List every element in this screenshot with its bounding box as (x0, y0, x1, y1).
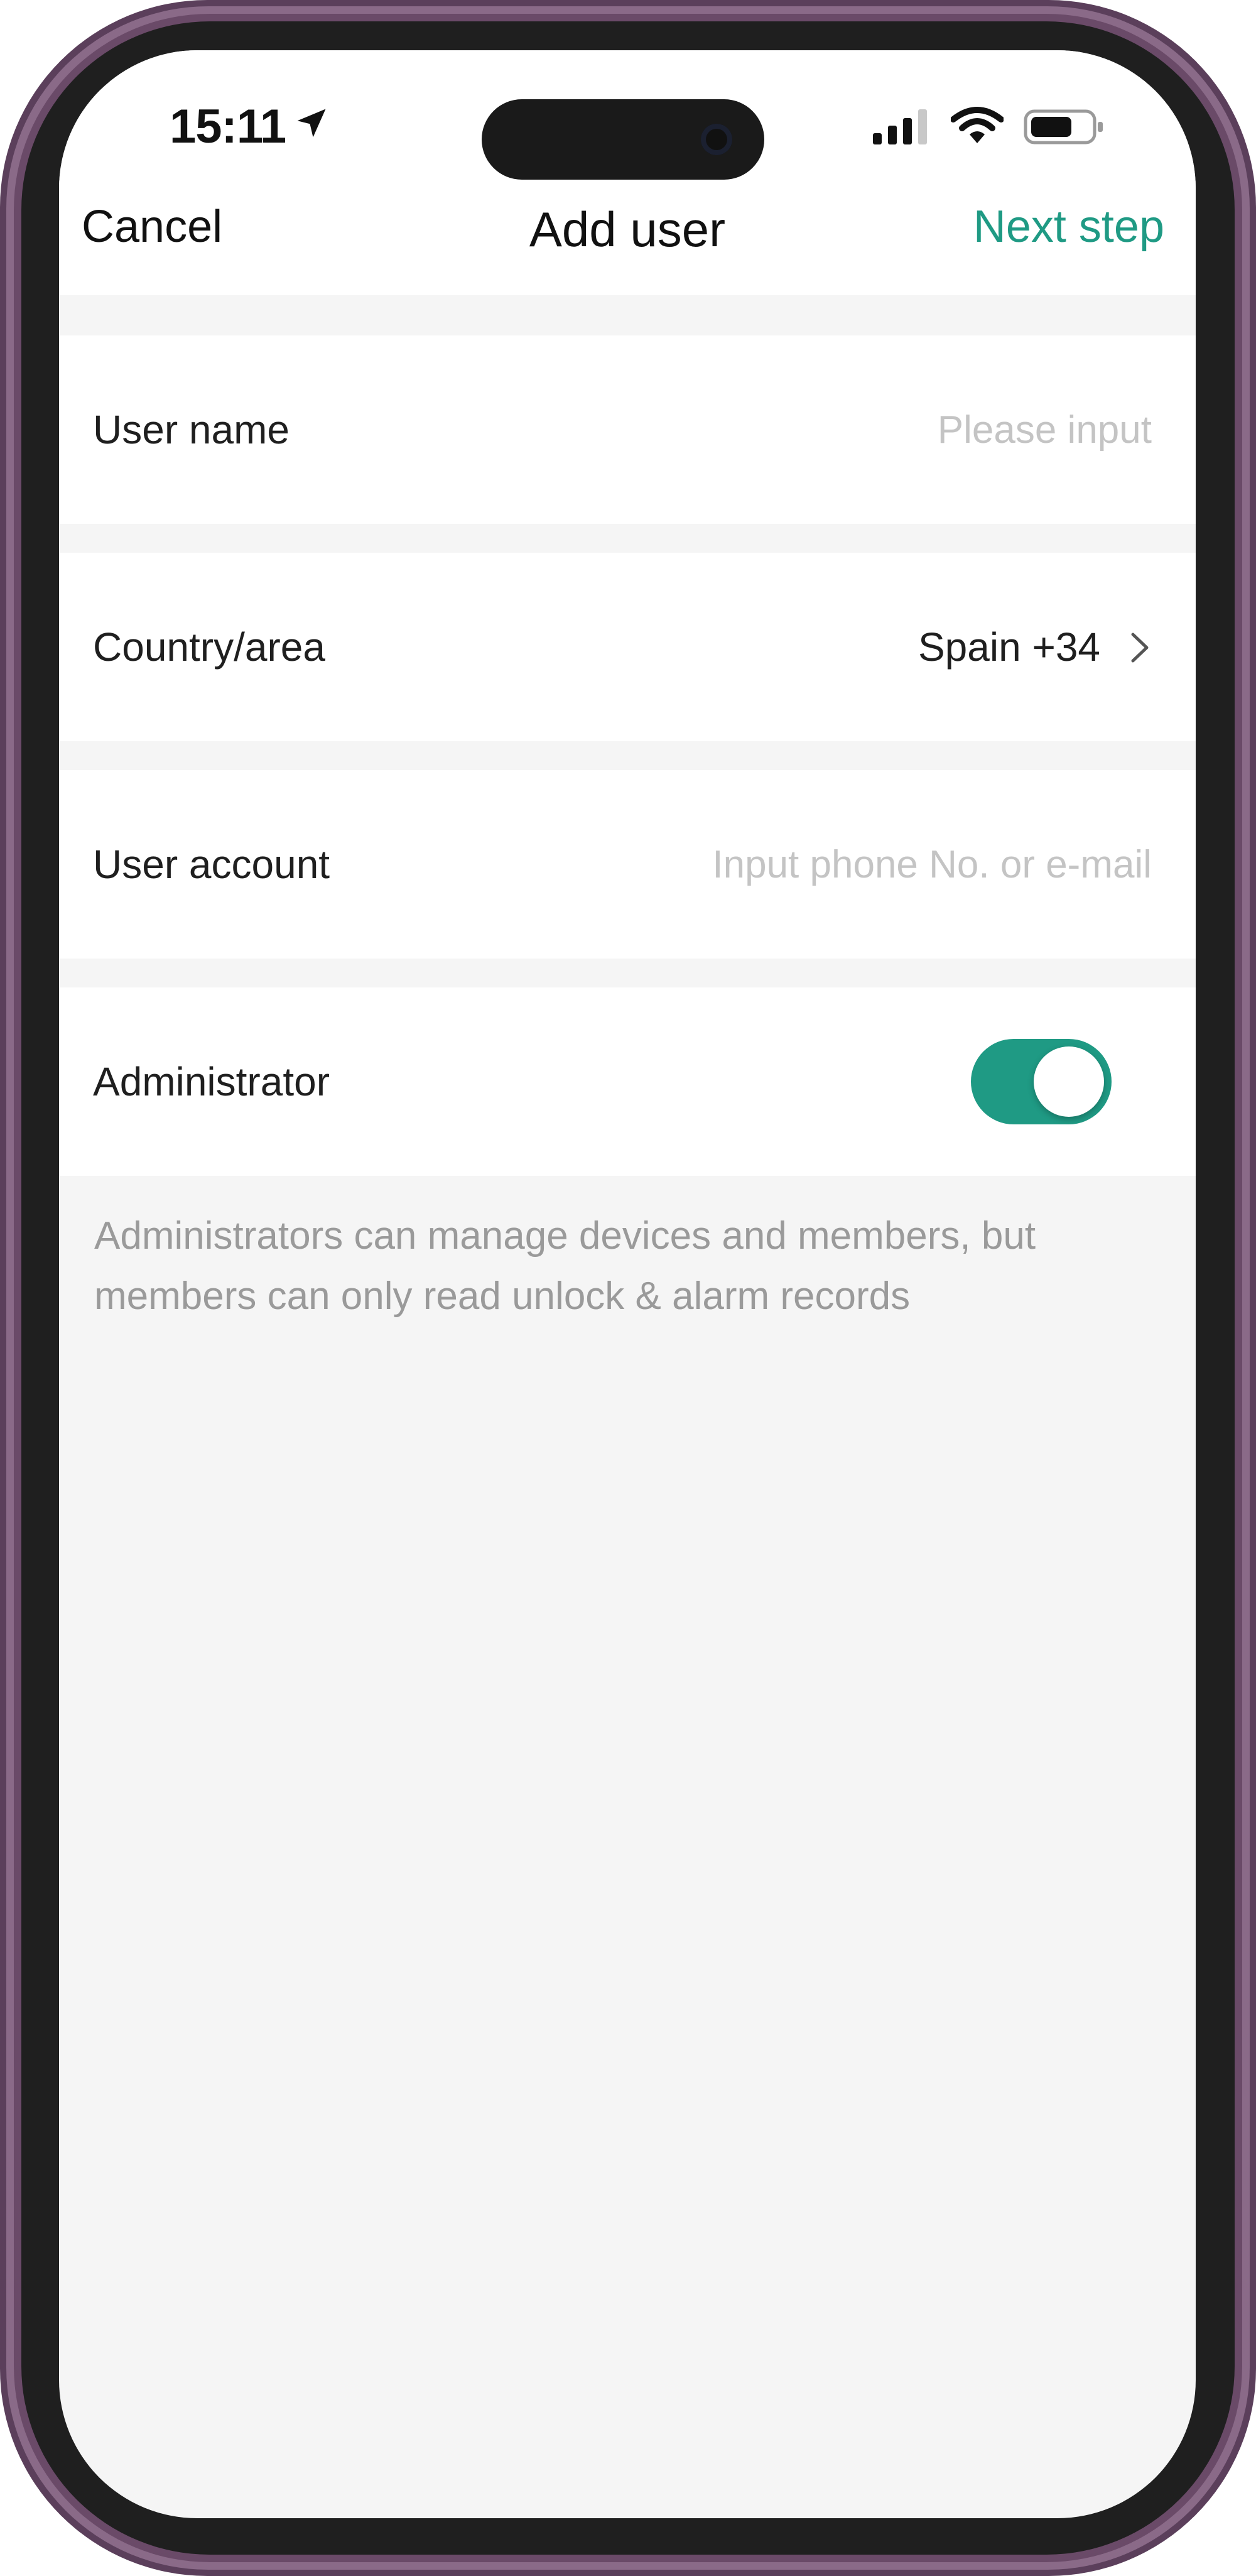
user-name-input[interactable] (585, 335, 1153, 525)
administrator-toggle[interactable] (971, 1039, 1112, 1124)
toggle-knob[interactable] (1034, 1046, 1104, 1117)
cellular-signal-icon (873, 109, 927, 144)
next-step-button[interactable]: Next step (973, 201, 1164, 253)
screen: 15:11 Cancel Add user Next step User nam (59, 50, 1196, 2518)
country-area-label: Country/area (93, 624, 325, 670)
status-time: 15:11 (170, 100, 286, 153)
user-account-label: User account (93, 842, 330, 887)
battery-icon (1024, 109, 1103, 144)
chevron-right-icon (1131, 633, 1149, 663)
front-camera (701, 124, 732, 155)
country-area-value: Spain +34 (918, 624, 1100, 670)
user-account-input[interactable] (585, 770, 1153, 960)
administrator-hint-text: Administrators can manage devices and me… (94, 1214, 1036, 1318)
wifi-icon (951, 107, 1004, 143)
user-name-row[interactable]: User name (59, 335, 1196, 525)
header: 15:11 Cancel Add user Next step (59, 50, 1196, 295)
country-area-row[interactable]: Country/area Spain +34 (59, 553, 1196, 741)
administrator-row: Administrator (59, 987, 1196, 1176)
location-arrow-icon (297, 109, 326, 138)
user-account-row[interactable]: User account (59, 770, 1196, 960)
user-name-label: User name (93, 407, 290, 452)
administrator-label: Administrator (93, 1059, 330, 1104)
